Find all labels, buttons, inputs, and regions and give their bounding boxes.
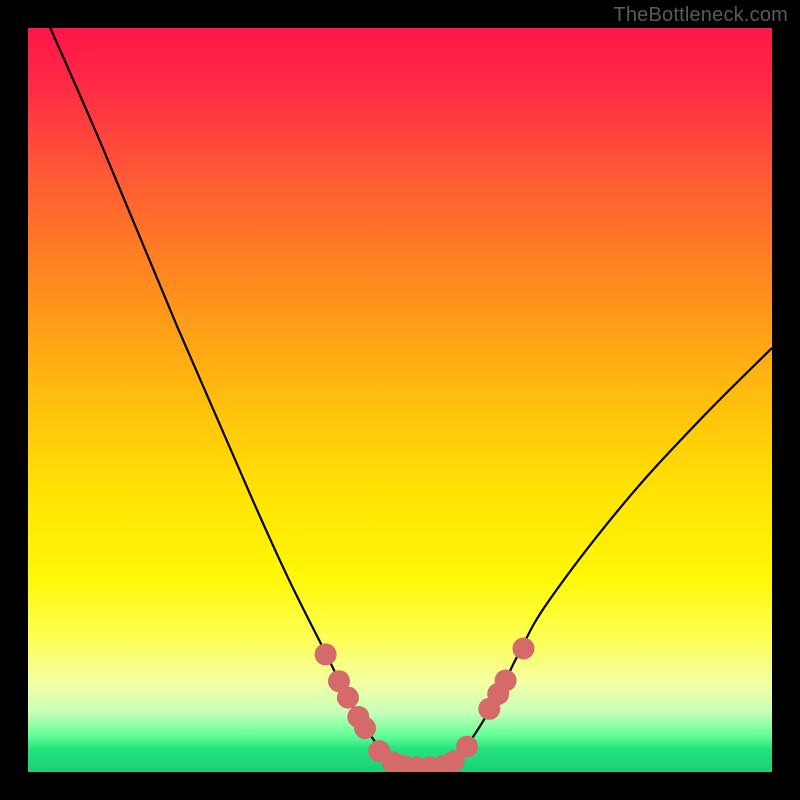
plot-area bbox=[28, 28, 772, 772]
curve-marker bbox=[315, 643, 337, 665]
bottleneck-curve bbox=[50, 28, 772, 769]
curve-marker bbox=[354, 717, 376, 739]
curve-marker bbox=[495, 670, 517, 692]
chart-frame: TheBottleneck.com bbox=[0, 0, 800, 800]
curve-markers bbox=[315, 638, 535, 773]
watermark-text: TheBottleneck.com bbox=[613, 4, 788, 27]
bottleneck-curve-svg bbox=[28, 28, 772, 772]
curve-marker bbox=[337, 687, 359, 709]
curve-marker bbox=[456, 736, 478, 758]
curve-marker bbox=[513, 638, 535, 660]
